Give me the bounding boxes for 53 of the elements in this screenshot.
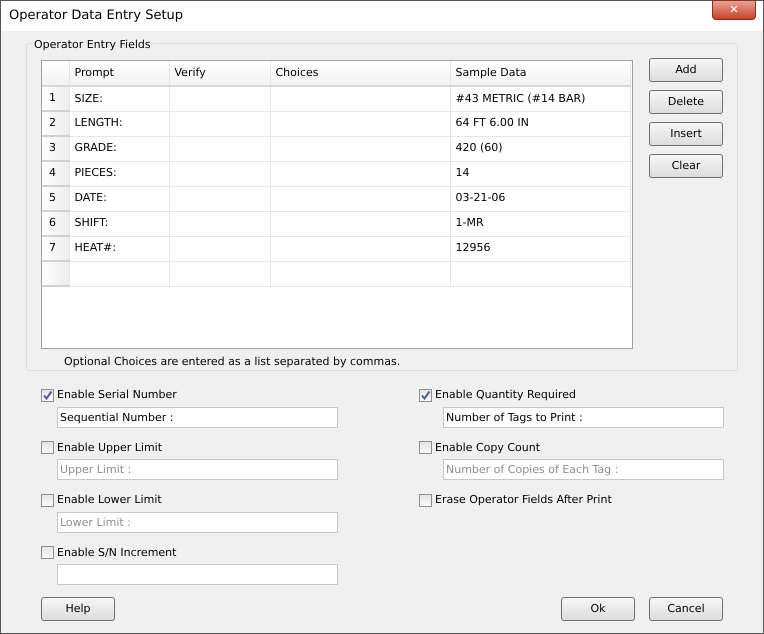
input-field[interactable] [57,564,338,585]
table-cell: 64 FT 6.00 IN [450,111,630,136]
help-button[interactable]: Help [41,597,115,621]
input-field[interactable]: Upper Limit : [57,459,338,480]
input-field[interactable]: Sequential Number : [57,406,338,428]
checkbox-label[interactable]: Enable Upper Limit [57,440,162,456]
table-cell: PIECES: [69,161,169,186]
cancel-button[interactable]: Cancel [649,597,723,621]
checkbox-label[interactable]: Enable Serial Number [57,387,177,404]
row-header[interactable]: 4 [42,161,69,186]
row-header[interactable]: 2 [42,111,69,136]
group-title: Operator Entry Fields [32,37,153,54]
table-cell: DATE: [69,186,169,211]
row-header[interactable]: 6 [42,211,69,236]
input-field[interactable]: Number of Tags to Print : [443,406,724,428]
checkbox-label[interactable]: Enable Copy Count [435,440,540,456]
table-cell: 420 (60) [450,136,630,161]
checkbox-label[interactable]: Enable S/N Increment [57,544,176,561]
column-header[interactable]: Verify [174,66,206,79]
side-button[interactable]: Delete [649,90,723,114]
table-cell: GRADE: [69,136,169,161]
side-button[interactable]: Clear [649,154,723,178]
checkbox[interactable] [41,546,54,560]
checkbox[interactable] [419,441,432,454]
input-field[interactable]: Lower Limit : [57,512,338,532]
table-cell: SHIFT: [69,211,169,236]
input-field[interactable]: Number of Copies of Each Tag : [443,459,724,480]
checkbox-label[interactable]: Enable Quantity Required [435,387,576,404]
checkbox[interactable] [41,494,54,507]
side-button[interactable]: Insert [649,122,723,146]
table-cell: HEAT#: [69,236,169,261]
side-button[interactable]: Add [649,58,723,82]
table-cell: SIZE: [69,86,169,111]
checkbox-label[interactable]: Erase Operator Fields After Print [435,492,612,508]
checkbox-label[interactable]: Enable Lower Limit [57,492,162,508]
row-header[interactable]: 1 [42,86,69,111]
window-title: Operator Data Entry Setup [9,7,184,26]
checkbox[interactable] [41,388,54,402]
checkbox[interactable] [41,441,54,454]
table-cell: 12956 [450,236,630,261]
table-cell: LENGTH: [69,111,169,136]
row-header[interactable]: 7 [42,236,69,261]
checkbox[interactable] [419,494,432,507]
hint-text: Optional Choices are entered as a list separated by commas. [64,355,400,368]
table-cell: 14 [450,161,630,186]
checkbox[interactable] [419,388,432,402]
row-header[interactable]: 5 [42,186,69,211]
table-cell: 1-MR [450,211,630,236]
table-cell: 03-21-06 [450,186,630,211]
table-cell: #43 METRIC (#14 BAR) [450,86,630,111]
column-header[interactable]: Choices [276,66,318,79]
row-header[interactable]: 3 [42,136,69,161]
ok-button[interactable]: Ok [561,597,635,621]
